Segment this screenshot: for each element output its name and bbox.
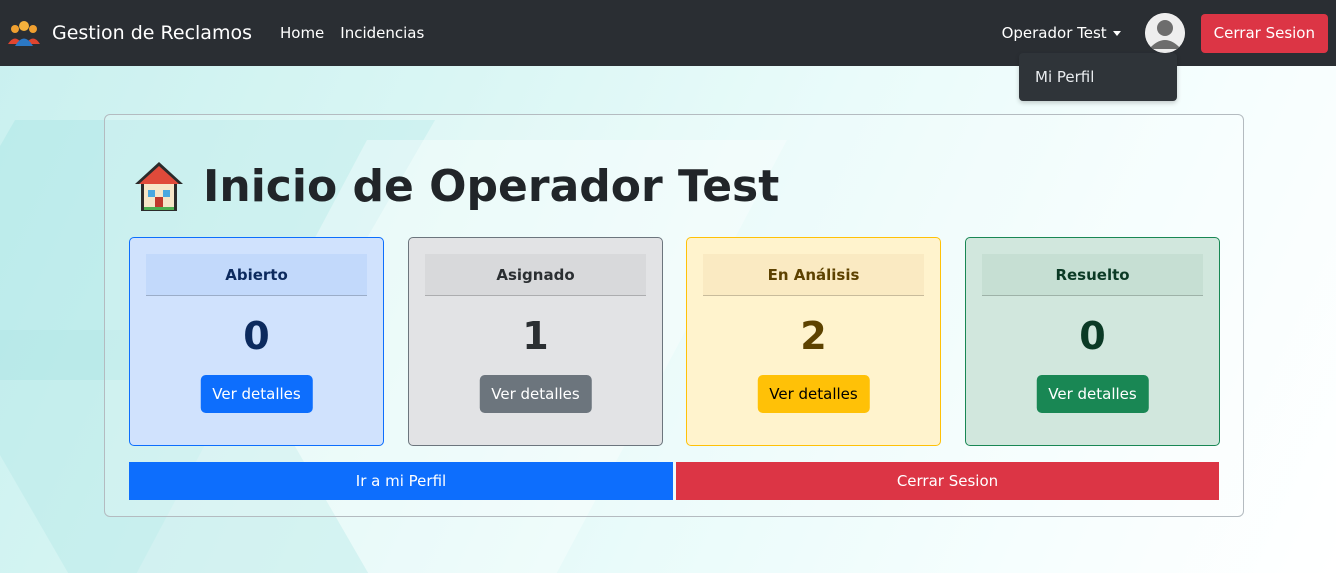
dropdown-item-mi-perfil[interactable]: Mi Perfil [1035,69,1161,85]
caret-down-icon [1112,30,1121,36]
navbar-logout-button[interactable]: Cerrar Sesion [1200,13,1328,53]
status-card-count: 0 [243,314,270,358]
view-details-button[interactable]: Ver detalles [479,375,592,413]
status-card-abierto: Abierto 0 Ver detalles [129,237,384,446]
status-card-title: Abierto [146,254,367,296]
page-title-text: Inicio de Operador Test [203,160,780,212]
status-card-count: 0 [1079,314,1106,358]
status-card-title: Asignado [425,254,646,296]
users-group-icon [6,18,42,48]
status-card-title: Resuelto [982,254,1203,296]
go-to-profile-button[interactable]: Ir a mi Perfil [129,462,673,500]
brand[interactable]: Gestion de Reclamos [6,18,252,48]
nav-link-incidencias[interactable]: Incidencias [340,24,424,42]
view-details-button[interactable]: Ver detalles [1036,375,1149,413]
logout-button[interactable]: Cerrar Sesion [676,462,1219,500]
view-details-button[interactable]: Ver detalles [200,375,313,413]
status-card-count: 1 [522,314,549,358]
status-card-resuelto: Resuelto 0 Ver detalles [965,237,1220,446]
user-menu-toggle[interactable]: Operador Test [1002,24,1121,42]
brand-name: Gestion de Reclamos [52,22,252,44]
status-card-asignado: Asignado 1 Ver detalles [408,237,663,446]
status-card-en-analisis: En Análisis 2 Ver detalles [686,237,941,446]
user-menu-label: Operador Test [1001,24,1107,42]
nav-link-home[interactable]: Home [280,24,324,42]
page-title: Inicio de Operador Test [133,159,779,213]
view-details-button[interactable]: Ver detalles [757,375,870,413]
house-icon [133,159,185,213]
status-card-title: En Análisis [703,254,924,296]
user-dropdown-menu: Mi Perfil [1019,53,1177,101]
user-avatar-icon[interactable] [1144,13,1185,53]
dashboard-card: Inicio de Operador Test Abierto 0 Ver de… [104,114,1244,517]
status-card-count: 2 [800,314,827,358]
